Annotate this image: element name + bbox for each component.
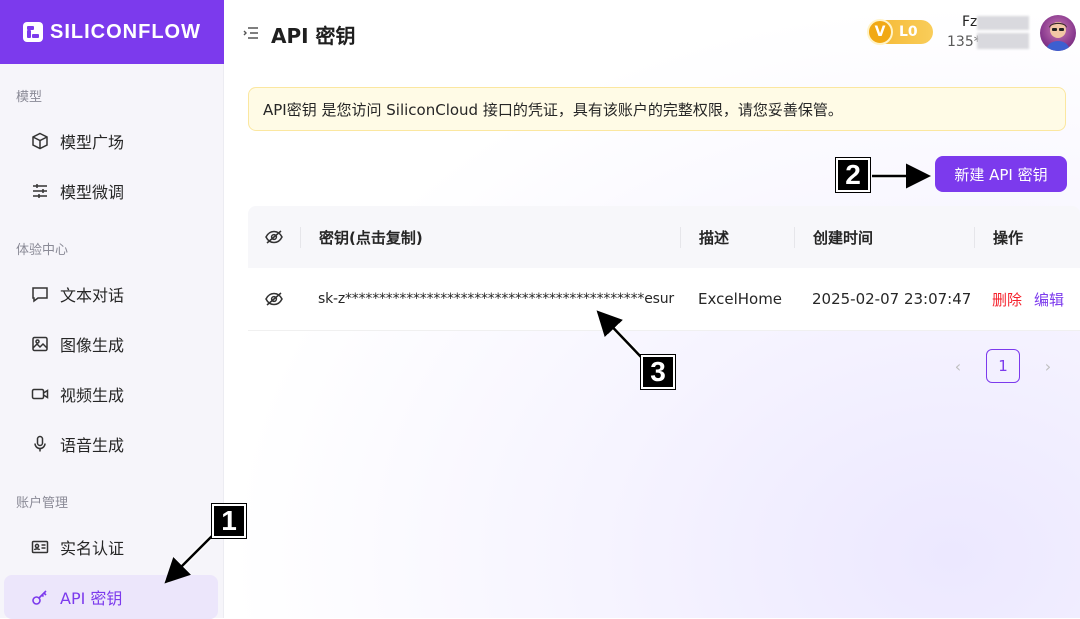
microphone-icon: [30, 434, 50, 454]
sidebar-item-video-gen[interactable]: 视频生成: [4, 372, 218, 416]
page-number-current[interactable]: 1: [986, 349, 1020, 383]
sidebar-item-label: 实名认证: [60, 539, 125, 558]
chevron-right-icon[interactable]: ›: [1030, 348, 1066, 384]
sidebar-item-label: 模型微调: [60, 183, 125, 202]
delete-key-link[interactable]: 删除: [992, 291, 1022, 309]
sidebar-item-voice-gen[interactable]: 语音生成: [4, 422, 218, 466]
pagination: ‹ 1 ›: [940, 348, 1066, 384]
sidebar-item-real-name-auth[interactable]: 实名认证: [4, 525, 218, 569]
app-window: SILICONFLOW 模型 模型广场 模型微调 体验中心 文本对话 图像生成 …: [0, 0, 1080, 619]
sidebar-item-model-finetune[interactable]: 模型微调: [4, 169, 218, 213]
vip-icon: V: [867, 19, 893, 45]
chevron-left-icon[interactable]: ‹: [940, 348, 976, 384]
new-api-key-button[interactable]: 新建 API 密钥: [935, 156, 1067, 192]
avatar[interactable]: [1040, 15, 1076, 51]
cube-icon: [30, 131, 50, 151]
id-card-icon: [30, 537, 50, 557]
video-icon: [30, 384, 50, 404]
redacted-phone: [977, 33, 1029, 49]
column-header-created: 创建时间: [794, 226, 974, 248]
annotation-marker-1: 1: [212, 504, 246, 538]
key-description: ExcelHome: [698, 290, 783, 308]
sliders-icon: [30, 181, 50, 201]
level-badge[interactable]: V L0: [867, 19, 933, 45]
user-phone: 135*: [947, 34, 981, 50]
redacted-name: [977, 16, 1029, 30]
eye-off-icon: [265, 230, 283, 244]
key-actions: 删除 编辑: [974, 289, 1080, 310]
sidebar-item-label: 模型广场: [60, 133, 125, 152]
table-row: sk-z************************************…: [248, 268, 1080, 331]
user-name: Fz: [962, 14, 978, 30]
column-header-description: 描述: [680, 226, 794, 248]
sidebar-item-label: 视频生成: [60, 386, 125, 405]
main-content: API 密钥 V L0 Fz 135* API密钥 是您访问 SiliconCl…: [225, 0, 1080, 618]
sidebar-section-account: 账户管理: [16, 496, 69, 511]
api-key-table: 密钥(点击复制) 描述 创建时间 操作 sk-z****************…: [248, 206, 1080, 331]
top-bar: API 密钥 V L0 Fz 135*: [225, 0, 1080, 66]
sidebar-item-image-gen[interactable]: 图像生成: [4, 322, 218, 366]
brand-header[interactable]: SILICONFLOW: [0, 0, 224, 64]
sidebar-item-api-keys[interactable]: API 密钥: [4, 575, 218, 619]
eye-off-icon: [265, 292, 283, 306]
api-key-value[interactable]: sk-z************************************…: [300, 291, 680, 307]
key-icon: [30, 587, 50, 607]
annotation-marker-2: 2: [836, 158, 870, 192]
brand-name: SILICONFLOW: [50, 20, 201, 43]
sidebar-section-experience: 体验中心: [16, 243, 69, 258]
edit-key-link[interactable]: 编辑: [1034, 291, 1064, 309]
annotation-marker-3: 3: [641, 355, 675, 389]
sidebar-section-models: 模型: [16, 90, 43, 105]
sidebar-item-label: 语音生成: [60, 436, 125, 455]
sidebar-item-label: 图像生成: [60, 336, 125, 355]
siliconflow-logo-icon: [23, 22, 43, 42]
sidebar-item-label: 文本对话: [60, 286, 125, 305]
image-icon: [30, 334, 50, 354]
table-header: 密钥(点击复制) 描述 创建时间 操作: [248, 206, 1080, 268]
api-key-notice: API密钥 是您访问 SiliconCloud 接口的凭证，具有该账户的完整权限…: [248, 87, 1066, 131]
toggle-visibility-all[interactable]: [248, 230, 300, 244]
level-text: L0: [899, 24, 918, 40]
sidebar-item-model-square[interactable]: 模型广场: [4, 119, 218, 163]
toggle-key-visibility[interactable]: [248, 292, 300, 306]
page-title: API 密钥: [271, 24, 356, 48]
sidebar-item-text-chat[interactable]: 文本对话: [4, 272, 218, 316]
chat-icon: [30, 284, 50, 304]
column-header-key: 密钥(点击复制): [300, 226, 680, 248]
key-created-time: 2025-02-07 23:07:47: [812, 290, 972, 308]
column-header-actions: 操作: [974, 226, 1080, 248]
menu-collapse-icon[interactable]: [243, 26, 259, 40]
sidebar-item-label: API 密钥: [60, 589, 123, 608]
sidebar: SILICONFLOW 模型 模型广场 模型微调 体验中心 文本对话 图像生成 …: [0, 0, 224, 619]
